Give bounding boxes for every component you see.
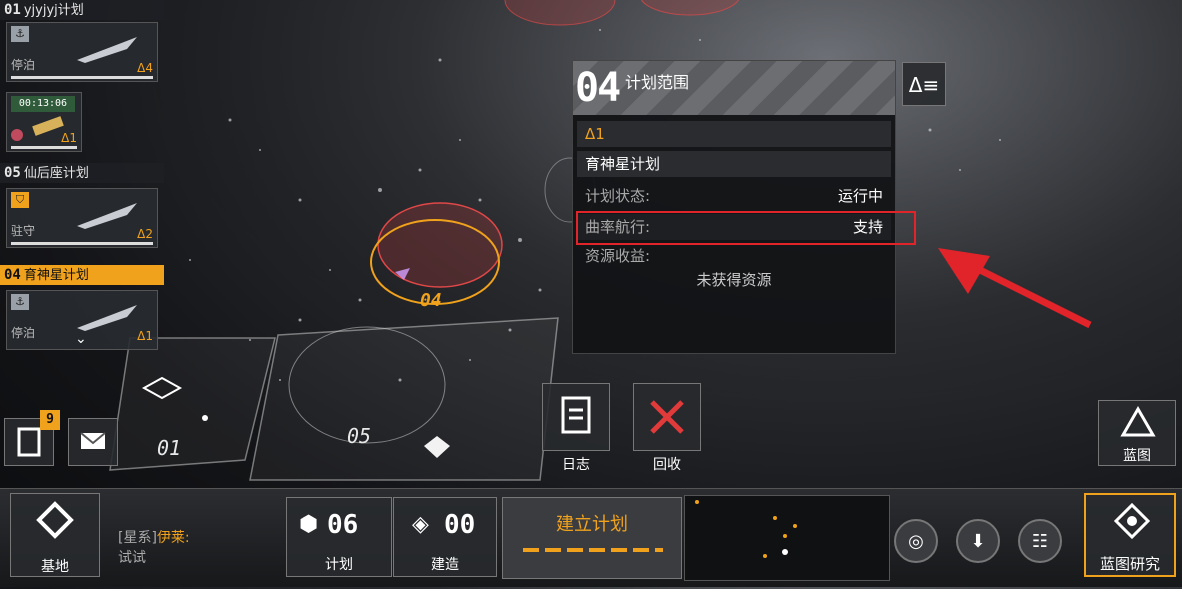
status-value: 运行中 [837,187,883,205]
blueprint-button[interactable]: 蓝图 [1098,400,1176,466]
fleet-status: 停泊 [11,58,36,72]
recall-label: 回收 [653,457,681,473]
plan-number: 04 [4,267,21,283]
resource-value: 未获得资源 [696,271,772,289]
timer-badge: 00:13:06 [11,96,75,112]
base-icon [36,501,74,539]
fleet-delta: Δ1 [61,131,77,145]
blueprint-research-label: 蓝图研究 [1099,555,1160,573]
plan-count-button[interactable]: 06 ⬢ 计划 [286,497,392,577]
fleet-hp-bar [11,242,153,245]
resource-label: 资源收益: [585,247,651,265]
fleet-status: 驻守 [11,224,36,238]
plan-header-01[interactable]: 01 yjyjyj计划 [0,0,164,20]
fleet-card[interactable]: ⚓ 停泊 Δ1 ⌄ [6,290,158,350]
radar-icon: ◎ [908,531,924,552]
plan-header-04[interactable]: 04 育神星计划 [0,265,164,285]
plan-number: 05 [4,165,21,181]
plan-count-label: 计划 [325,557,353,573]
plan-name: 仙后座计划 [23,166,89,181]
plan-number: 01 [4,2,21,18]
build-count-button[interactable]: 00 ◈ 建造 [393,497,497,577]
minimap[interactable] [684,495,890,581]
blueprint-research-button[interactable]: 蓝图研究 [1084,493,1176,577]
plan-header-05[interactable]: 05 仙后座计划 [0,163,164,183]
zone-05-label: 05 [347,424,372,448]
status-label: 计划状态: [585,187,651,205]
build-count: 00 [444,510,476,540]
fleet-card[interactable]: 00:13:06 Δ1 [6,92,82,152]
create-plan-button[interactable]: 建立计划 [502,497,682,579]
scan-button[interactable]: ◎ [894,519,938,563]
log-button[interactable] [542,383,610,451]
progress-dashes [523,548,663,552]
fleet-card[interactable]: ⚓ 停泊 Δ4 [6,22,158,82]
arrow-down-icon: ⬇ [970,531,986,552]
plan-name: yjyjyj计划 [23,3,84,18]
ship-icon [32,116,64,136]
mail-icon [80,432,106,449]
plan-name: 育神星计划 [23,268,89,283]
delta-filter-icon: Δ≡ [908,73,940,97]
fleet-delta: Δ4 [137,61,153,75]
highlight-box [576,211,916,245]
fleet-status: 停泊 [11,326,36,340]
filter-button[interactable]: Δ≡ [902,62,946,106]
base-label: 基地 [41,559,69,575]
build-icon: ◈ [412,512,429,537]
clipboard-icon [561,396,591,434]
panel-delta: Δ1 [577,121,891,147]
chat-user: 伊莱: [156,530,190,546]
panel-title: 计划范围 [625,73,690,92]
close-icon [650,400,684,434]
download-button[interactable]: ⬇ [956,519,1000,563]
status-row: 计划状态: 运行中 [577,183,891,209]
mail-button[interactable] [68,418,118,466]
plan-count: 06 [327,510,359,540]
fleet-hp-bar [11,76,153,79]
base-button[interactable]: 基地 [10,493,100,577]
zone-01-label: 01 [157,436,182,460]
group-icon: ☷ [1031,531,1049,552]
fleet-hp-bar [11,146,77,149]
chat-message: 试试 [118,550,146,566]
fleet-delta: Δ1 [137,329,153,343]
plan-icon: ⬢ [299,512,319,537]
minimap-dots [695,500,797,558]
notification-badge: 9 [40,410,60,430]
anchor-icon: ⚓ [11,294,29,310]
create-plan-label: 建立计划 [556,514,628,535]
zone-04-label: 04 [420,290,442,311]
anchor-icon: ⚓ [11,26,29,42]
fleet-card[interactable]: ⛉ 驻守 Δ2 [6,188,158,248]
fleet-delta: Δ2 [137,227,153,241]
fleet-button[interactable]: ☷ [1018,519,1062,563]
research-icon [1113,502,1151,540]
bottom-bar: 基地 [星系]伊莱: 试试 06 ⬢ 计划 00 ◈ 建造 建立计划 ◎ ⬇ ☷… [0,488,1182,587]
blueprint-icon [1120,405,1156,437]
chat-line[interactable]: [星系]伊莱: [118,527,190,547]
faction-icon [11,129,23,141]
chat-channel: [星系] [118,530,157,546]
blueprint-label: 蓝图 [1123,448,1151,464]
chevron-down-icon[interactable]: ⌄ [75,331,87,347]
log-label: 日志 [562,457,590,473]
panel-plan-number: 04 [575,65,621,111]
plan-info-panel: 04 计划范围 Δ1 育神星计划 计划状态: 运行中 曲率航行: 支持 资源收益… [572,60,896,354]
build-count-label: 建造 [431,557,459,573]
recall-button[interactable] [633,383,701,451]
panel-plan-name: 育神星计划 [577,151,891,177]
shield-icon: ⛉ [11,192,29,208]
